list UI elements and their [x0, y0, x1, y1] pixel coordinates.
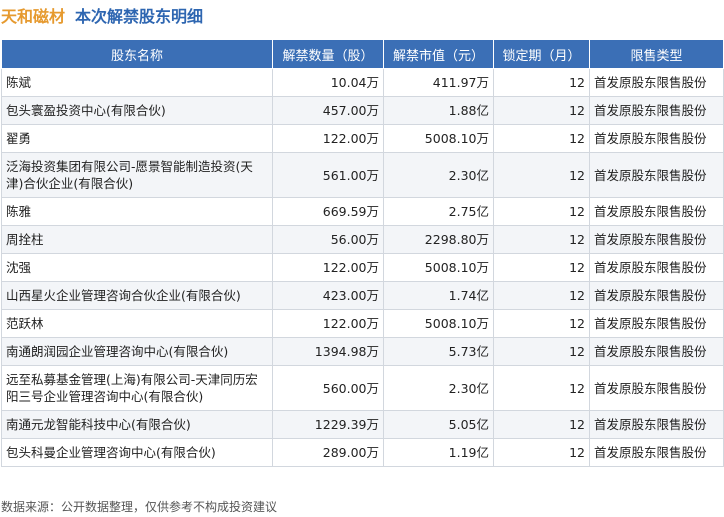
restriction-type-cell: 首发原股东限售股份 [589, 152, 724, 198]
restriction-type-cell: 首发原股东限售股份 [589, 309, 724, 338]
restriction-type-cell: 首发原股东限售股份 [589, 410, 724, 439]
restriction-type-cell: 首发原股东限售股份 [589, 124, 724, 153]
table-row: 沈强 122.00万 5008.10万 12 首发原股东限售股份 [1, 253, 724, 282]
unlock-value-cell: 2.30亿 [383, 152, 494, 198]
unlock-quantity-cell: 289.00万 [272, 438, 384, 467]
lock-period-cell: 12 [493, 197, 590, 226]
shareholder-name-cell: 泛海投资集团有限公司-愿景智能制造投资(天津)合伙企业(有限合伙) [1, 152, 273, 198]
table-row: 范跃林 122.00万 5008.10万 12 首发原股东限售股份 [1, 309, 724, 338]
restriction-type-cell: 首发原股东限售股份 [589, 96, 724, 125]
table-row: 泛海投资集团有限公司-愿景智能制造投资(天津)合伙企业(有限合伙) 561.00万… [1, 152, 724, 198]
restriction-type-cell: 首发原股东限售股份 [589, 68, 724, 97]
shareholder-name-cell: 沈强 [1, 253, 273, 282]
restriction-type-cell: 首发原股东限售股份 [589, 225, 724, 254]
unlock-value-cell: 5.73亿 [383, 337, 494, 366]
lock-period-cell: 12 [493, 337, 590, 366]
shareholder-name-cell: 陈雅 [1, 197, 273, 226]
report-header: 天和磁材 本次解禁股东明细 [0, 0, 724, 30]
unlock-quantity-cell: 457.00万 [272, 96, 384, 125]
lock-period-cell: 12 [493, 365, 590, 411]
unlock-shareholders-table: 股东名称 解禁数量（股） 解禁市值（元） 锁定期（月） 限售类型 陈斌 10.04… [1, 39, 724, 467]
table-row: 陈雅 669.59万 2.75亿 12 首发原股东限售股份 [1, 197, 724, 226]
company-name: 天和磁材 [1, 7, 66, 26]
unlock-value-cell: 5008.10万 [383, 253, 494, 282]
unlock-quantity-cell: 1394.98万 [272, 337, 384, 366]
table-row: 南通朗润园企业管理咨询中心(有限合伙) 1394.98万 5.73亿 12 首发原股东限… [1, 337, 724, 366]
table-row: 包头科曼企业管理咨询中心(有限合伙) 289.00万 1.19亿 12 首发原股东限售股… [1, 438, 724, 467]
shareholder-name-cell: 南通朗润园企业管理咨询中心(有限合伙) [1, 337, 273, 366]
lock-period-cell: 12 [493, 253, 590, 282]
unlock-value-cell: 411.97万 [383, 68, 494, 97]
unlock-quantity-cell: 423.00万 [272, 281, 384, 310]
unlock-value-cell: 1.74亿 [383, 281, 494, 310]
unlock-quantity-cell: 669.59万 [272, 197, 384, 226]
shareholder-name-cell: 包头寰盈投资中心(有限合伙) [1, 96, 273, 125]
table-row: 山西星火企业管理咨询合伙企业(有限合伙) 423.00万 1.74亿 12 首发原股东限… [1, 281, 724, 310]
shareholder-name-cell: 山西星火企业管理咨询合伙企业(有限合伙) [1, 281, 273, 310]
unlock-value-cell: 1.88亿 [383, 96, 494, 125]
unlock-value-cell: 5.05亿 [383, 410, 494, 439]
table-row: 陈斌 10.04万 411.97万 12 首发原股东限售股份 [1, 68, 724, 97]
unlock-quantity-cell: 122.00万 [272, 253, 384, 282]
column-header-restriction-type: 限售类型 [589, 39, 724, 69]
column-header-unlock-value: 解禁市值（元） [383, 39, 494, 69]
unlock-quantity-cell: 560.00万 [272, 365, 384, 411]
lock-period-cell: 12 [493, 68, 590, 97]
unlock-value-cell: 2298.80万 [383, 225, 494, 254]
shareholder-name-cell: 陈斌 [1, 68, 273, 97]
restriction-type-cell: 首发原股东限售股份 [589, 438, 724, 467]
lock-period-cell: 12 [493, 124, 590, 153]
lock-period-cell: 12 [493, 410, 590, 439]
column-header-lock-period: 锁定期（月） [493, 39, 590, 69]
data-source-note: 数据来源：公开数据整理，仅供参考不构成投资建议 [1, 500, 278, 514]
restriction-type-cell: 首发原股东限售股份 [589, 197, 724, 226]
restriction-type-cell: 首发原股东限售股份 [589, 365, 724, 411]
table-row: 远至私募基金管理(上海)有限公司-天津同历宏阳三号企业管理咨询中心(有限合伙) 5… [1, 365, 724, 411]
unlock-quantity-cell: 1229.39万 [272, 410, 384, 439]
column-header-unlock-quantity: 解禁数量（股） [272, 39, 384, 69]
table-header-row: 股东名称 解禁数量（股） 解禁市值（元） 锁定期（月） 限售类型 [1, 39, 724, 69]
shareholder-name-cell: 包头科曼企业管理咨询中心(有限合伙) [1, 438, 273, 467]
shareholder-name-cell: 翟勇 [1, 124, 273, 153]
unlock-quantity-cell: 10.04万 [272, 68, 384, 97]
table-row: 包头寰盈投资中心(有限合伙) 457.00万 1.88亿 12 首发原股东限售股份 [1, 96, 724, 125]
table-row: 周拴柱 56.00万 2298.80万 12 首发原股东限售股份 [1, 225, 724, 254]
unlock-value-cell: 5008.10万 [383, 309, 494, 338]
column-header-shareholder: 股东名称 [1, 39, 273, 69]
unlock-quantity-cell: 122.00万 [272, 124, 384, 153]
shareholder-name-cell: 远至私募基金管理(上海)有限公司-天津同历宏阳三号企业管理咨询中心(有限合伙) [1, 365, 273, 411]
unlock-quantity-cell: 122.00万 [272, 309, 384, 338]
unlock-value-cell: 5008.10万 [383, 124, 494, 153]
lock-period-cell: 12 [493, 309, 590, 338]
unlock-value-cell: 1.19亿 [383, 438, 494, 467]
restriction-type-cell: 首发原股东限售股份 [589, 337, 724, 366]
lock-period-cell: 12 [493, 281, 590, 310]
restriction-type-cell: 首发原股东限售股份 [589, 253, 724, 282]
shareholder-name-cell: 周拴柱 [1, 225, 273, 254]
shareholder-name-cell: 南通元龙智能科技中心(有限合伙) [1, 410, 273, 439]
unlock-value-cell: 2.75亿 [383, 197, 494, 226]
lock-period-cell: 12 [493, 225, 590, 254]
shareholder-name-cell: 范跃林 [1, 309, 273, 338]
page-title: 本次解禁股东明细 [75, 7, 204, 26]
restriction-type-cell: 首发原股东限售股份 [589, 281, 724, 310]
table-row: 南通元龙智能科技中心(有限合伙) 1229.39万 5.05亿 12 首发原股东限售股份 [1, 410, 724, 439]
unlock-quantity-cell: 56.00万 [272, 225, 384, 254]
unlock-quantity-cell: 561.00万 [272, 152, 384, 198]
table-row: 翟勇 122.00万 5008.10万 12 首发原股东限售股份 [1, 124, 724, 153]
lock-period-cell: 12 [493, 152, 590, 198]
lock-period-cell: 12 [493, 96, 590, 125]
lock-period-cell: 12 [493, 438, 590, 467]
unlock-value-cell: 2.30亿 [383, 365, 494, 411]
